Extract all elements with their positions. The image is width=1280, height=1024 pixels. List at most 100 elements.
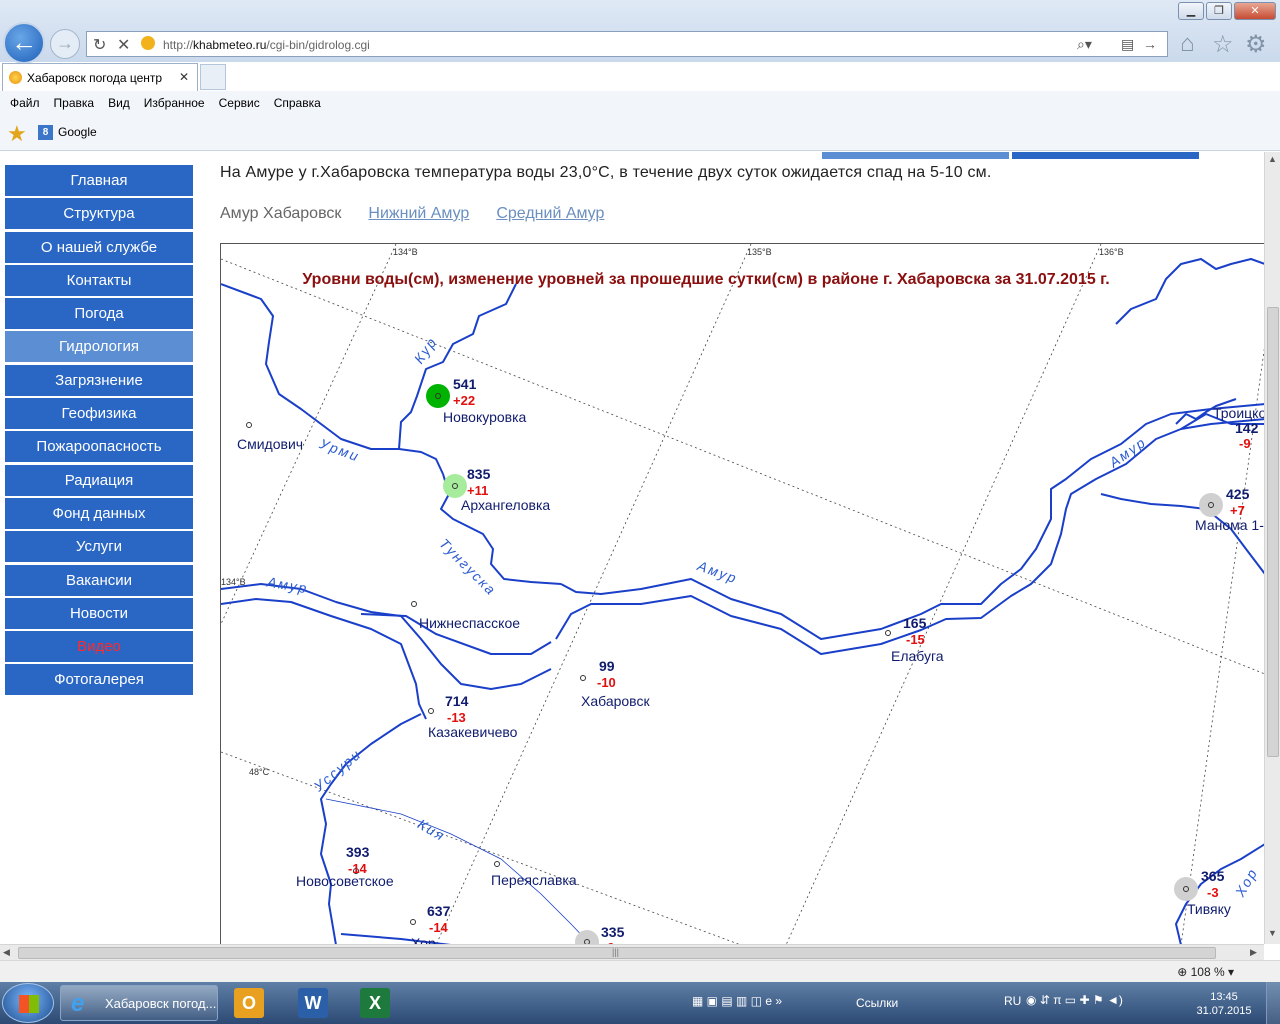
system-clock[interactable]: 13:45 31.07.2015: [1196, 990, 1252, 1018]
menu-favorites[interactable]: Избранное: [144, 91, 213, 115]
windows-logo-icon: [19, 995, 39, 1013]
station-change: -13: [447, 710, 466, 725]
new-tab-button[interactable]: [200, 64, 226, 90]
restore-button[interactable]: ❐: [1206, 2, 1232, 20]
quick-launch-icons[interactable]: ▦ ▣ ▤ ▥ ◫ e »: [692, 994, 782, 1008]
sidebar-item-data-fund[interactable]: Фонд данных: [5, 497, 193, 529]
station-change: -9: [1239, 436, 1251, 451]
tab-active[interactable]: Хабаровск погода центр ✕: [2, 63, 198, 91]
station-markers: [246, 384, 1223, 944]
station-value: 714: [445, 693, 469, 709]
links-toolbar-label[interactable]: Ссылки: [856, 996, 898, 1010]
compat-view-icon[interactable]: ▤: [1121, 36, 1134, 53]
menu-bar: Файл Правка Вид Избранное Сервис Справка: [0, 91, 1280, 115]
station-change: +22: [453, 393, 476, 408]
station-value: 142: [1235, 420, 1259, 436]
sidebar-item-photo-gallery[interactable]: Фотогалерея: [5, 664, 193, 696]
sidebar-item-video[interactable]: Видео: [5, 631, 193, 663]
map-title: Уровни воды(см), изменение уровней за пр…: [302, 271, 1110, 288]
sidebar-item-radiation[interactable]: Радиация: [5, 464, 193, 496]
forward-button[interactable]: →: [50, 29, 80, 59]
sidebar-item-fire-hazard[interactable]: Пожароопасность: [5, 431, 193, 463]
tray-icons[interactable]: ◉ ⇵ π ▭ ✚ ⚑ ◄): [1026, 993, 1123, 1007]
clock-time: 13:45: [1210, 991, 1238, 1003]
station-value: 541: [453, 376, 477, 392]
tab-middle-amur[interactable]: Средний Амур: [496, 205, 604, 223]
sidebar-item-pollution[interactable]: Загрязнение: [5, 364, 193, 396]
station-value: 425: [1226, 486, 1250, 502]
windows-taskbar: e Хабаровск погод... O W X ▦ ▣ ▤ ▥ ◫ e »…: [0, 982, 1280, 1024]
vertical-scroll-thumb[interactable]: [1267, 307, 1279, 757]
sidebar-item-weather[interactable]: Погода: [5, 298, 193, 330]
sidebar-item-structure[interactable]: Структура: [5, 198, 193, 230]
station-name: Нижнеспасское: [419, 615, 521, 631]
clock-date: 31.07.2015: [1196, 1005, 1252, 1017]
sidebar-item-contacts[interactable]: Контакты: [5, 264, 193, 296]
go-icon[interactable]: →: [1143, 36, 1157, 52]
menu-edit[interactable]: Правка: [54, 91, 103, 115]
browser-titlebar: ▁ ❐ ✕ ← → ↻ ✕ http://khabmeteo.ru/cgi-bi…: [0, 0, 1280, 64]
graticule: [221, 244, 1264, 944]
scroll-left-icon[interactable]: ◀: [3, 947, 10, 958]
search-icon[interactable]: ⌕▾: [1077, 36, 1092, 53]
top-decor-bars: [822, 152, 1199, 159]
word-icon[interactable]: W: [298, 988, 328, 1018]
coord-135e: 135°В: [747, 247, 772, 257]
sidebar-item-news[interactable]: Новости: [5, 597, 193, 629]
excel-icon[interactable]: X: [360, 988, 390, 1018]
menu-view[interactable]: Вид: [108, 91, 138, 115]
google-icon: 8: [38, 125, 53, 140]
menu-file[interactable]: Файл: [10, 91, 48, 115]
station-value: 393: [346, 844, 370, 860]
favorite-google-link[interactable]: Google: [58, 125, 97, 139]
site-icon: [141, 36, 155, 50]
station-name: Троицко: [1213, 405, 1264, 421]
station-value: 335: [601, 924, 625, 940]
sidebar-item-about[interactable]: О нашей службе: [5, 231, 193, 263]
map-graphics: [221, 244, 1264, 944]
add-favorite-star-icon[interactable]: ★: [7, 121, 27, 147]
language-indicator[interactable]: RU: [1004, 994, 1021, 1008]
station-name: Новокуровка: [443, 409, 527, 425]
menu-tools[interactable]: Сервис: [219, 91, 268, 115]
internet-explorer-icon: e: [71, 990, 85, 1017]
sidebar-item-services[interactable]: Услуги: [5, 531, 193, 563]
station-change: -10: [597, 675, 616, 690]
start-button[interactable]: [2, 983, 54, 1023]
zoom-level[interactable]: ⊕ 108 % ▾: [1177, 965, 1234, 979]
home-icon[interactable]: ⌂: [1180, 30, 1195, 58]
station-name: Манома 1-: [1195, 517, 1264, 533]
favorites-star-icon[interactable]: ☆: [1212, 30, 1234, 59]
taskbar-window-title: Хабаровск погод...: [105, 996, 217, 1011]
address-bar[interactable]: ↻ ✕ http://khabmeteo.ru/cgi-bin/gidrolog…: [86, 31, 1168, 57]
url-text[interactable]: http://khabmeteo.ru/cgi-bin/gidrolog.cgi: [163, 38, 370, 52]
menu-help[interactable]: Справка: [274, 91, 329, 115]
scroll-up-icon[interactable]: ▲: [1268, 154, 1277, 164]
taskbar-ie-window[interactable]: e Хабаровск погод...: [60, 985, 218, 1021]
back-button[interactable]: ←: [3, 22, 45, 64]
sidebar-item-vacancies[interactable]: Вакансии: [5, 564, 193, 596]
refresh-icon[interactable]: ↻: [93, 35, 106, 55]
scroll-right-icon[interactable]: ▶: [1250, 947, 1257, 958]
tab-favicon-icon: [9, 71, 22, 84]
station-change: -3: [1207, 885, 1219, 900]
minimize-button[interactable]: ▁: [1178, 2, 1204, 20]
sidebar-item-home[interactable]: Главная: [5, 165, 193, 196]
sidebar-nav: Главная Структура О нашей службе Контакт…: [5, 165, 193, 698]
vertical-scrollbar[interactable]: ▲ ▼: [1264, 152, 1280, 944]
scroll-down-icon[interactable]: ▼: [1268, 928, 1277, 938]
sidebar-item-hydrology[interactable]: Гидрология: [5, 331, 193, 363]
station-name: Новосоветское: [296, 873, 394, 889]
close-button[interactable]: ✕: [1234, 2, 1276, 20]
stop-icon[interactable]: ✕: [117, 35, 130, 55]
gear-icon[interactable]: ⚙: [1245, 30, 1267, 59]
rivers: [221, 258, 1264, 944]
station-value: 365: [1201, 868, 1225, 884]
horizontal-scrollbar[interactable]: ◀ ||| ▶: [0, 944, 1264, 960]
tab-close-icon[interactable]: ✕: [179, 70, 189, 84]
outlook-icon[interactable]: O: [234, 988, 264, 1018]
tab-lower-amur[interactable]: Нижний Амур: [368, 205, 469, 223]
sidebar-item-geophysics[interactable]: Геофизика: [5, 398, 193, 430]
station-name: Архангеловка: [461, 497, 551, 513]
show-desktop-button[interactable]: [1266, 982, 1280, 1024]
